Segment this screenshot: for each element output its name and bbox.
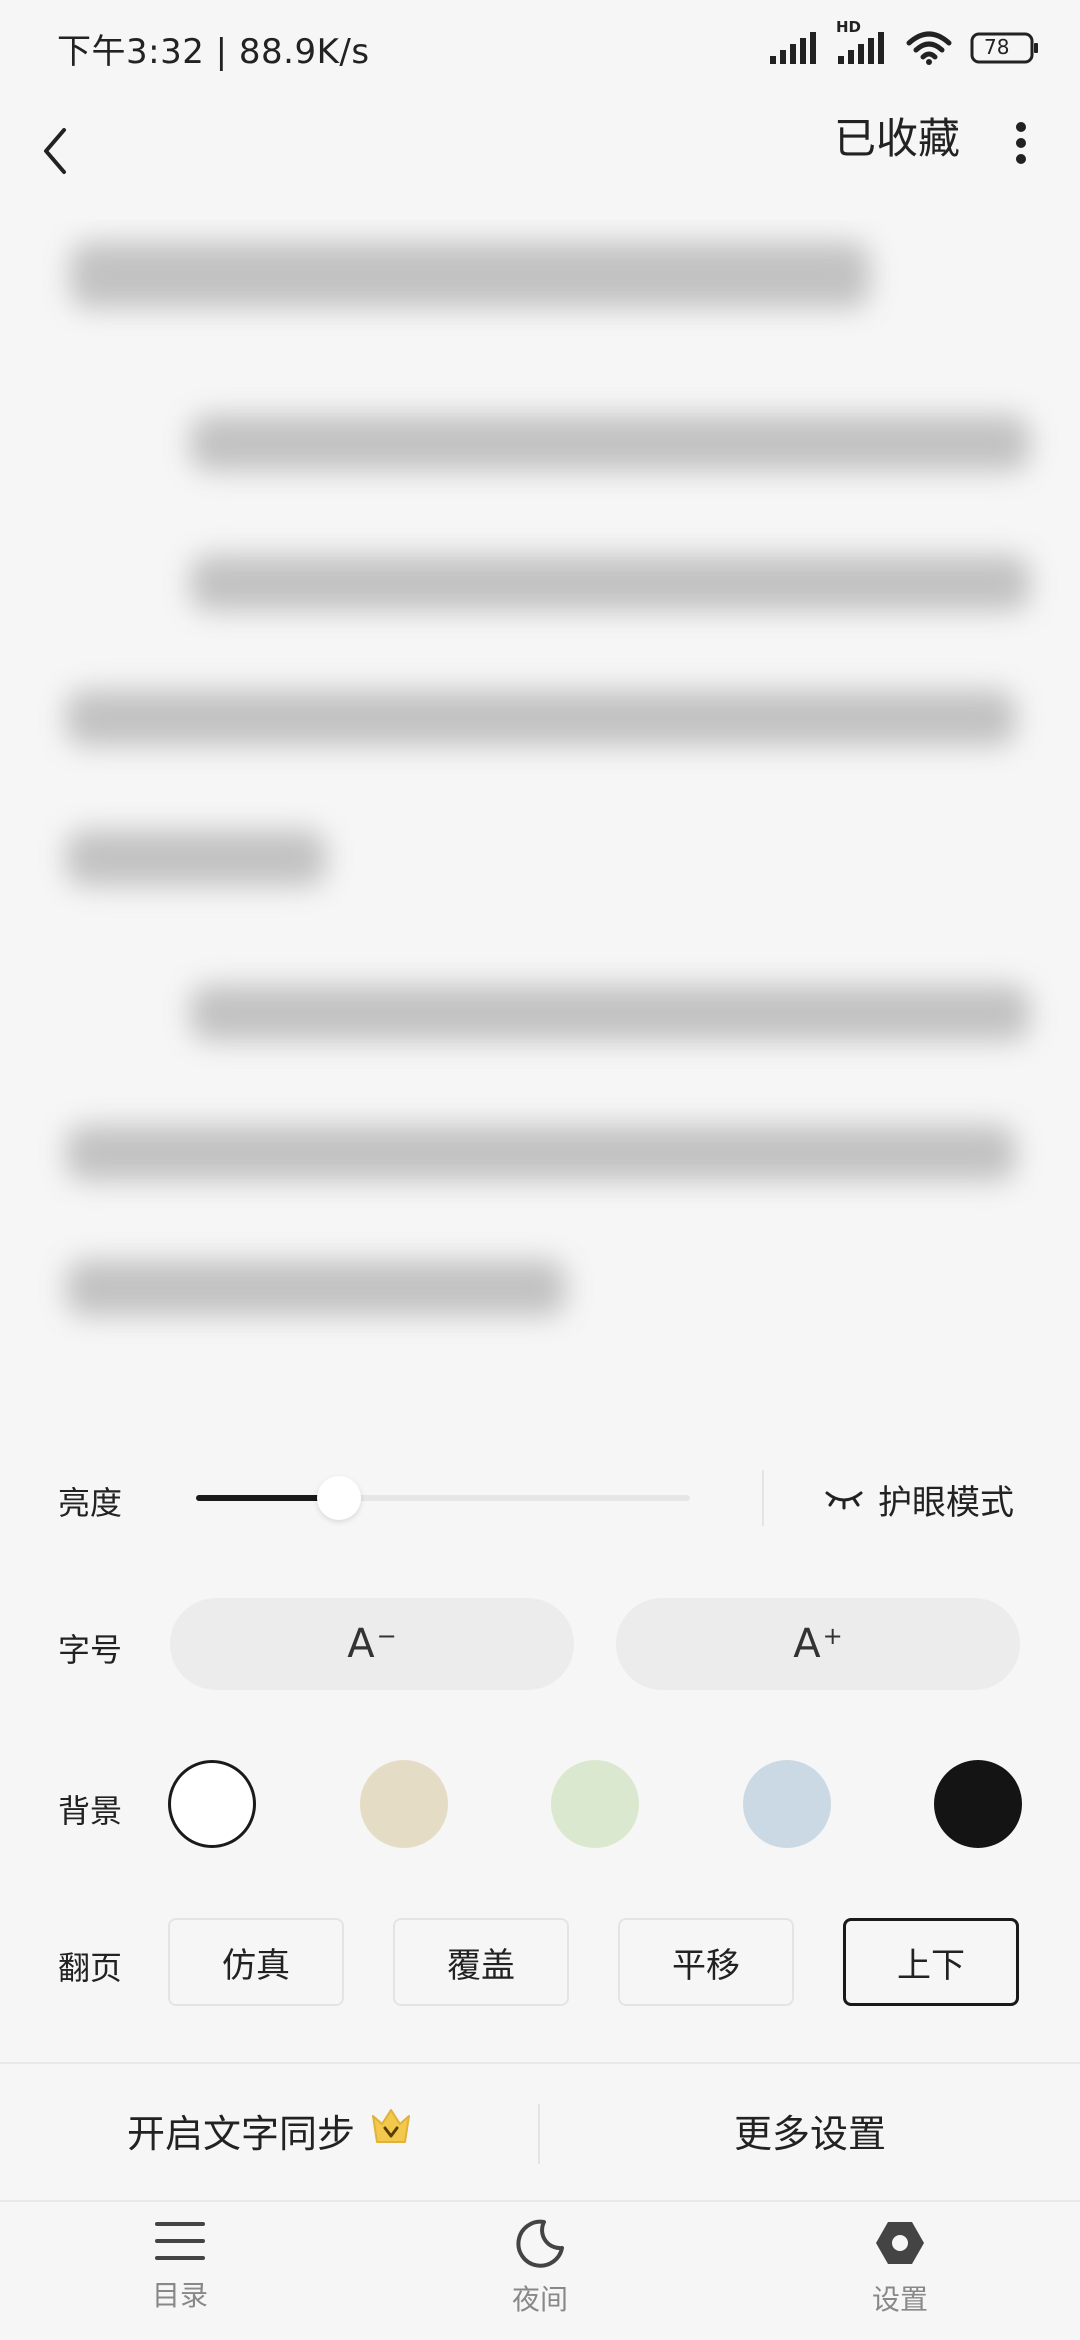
status-icons: HD 78 <box>770 18 1040 70</box>
font-size-label: 字号 <box>58 1631 123 1669</box>
moon-icon <box>516 2219 564 2268</box>
text-sync-button[interactable]: 开启文字同步 <box>0 2070 540 2190</box>
top-bar: 已收藏 <box>0 96 1080 226</box>
background-swatch-4[interactable] <box>743 1760 831 1848</box>
battery-icon: 78 <box>970 31 1040 65</box>
blurred-reading-content <box>0 220 1080 1370</box>
hd-label: HD <box>836 18 862 36</box>
blurred-text-line <box>190 985 1030 1041</box>
status-time-speed: 下午3:32 | 88.9K/s <box>57 32 370 72</box>
settings-icon <box>876 2222 924 2264</box>
tab-label: 夜间 <box>511 2283 568 2316</box>
eye-closed-icon <box>825 1491 863 1510</box>
blurred-text-line <box>66 1260 566 1316</box>
font-increase-button[interactable]: A + <box>616 1598 1020 1690</box>
chevron-left-icon <box>44 128 66 174</box>
favorited-button[interactable]: 已收藏 <box>834 109 960 169</box>
tab-label: 目录 <box>151 2279 208 2312</box>
more-vertical-icon <box>1016 122 1026 164</box>
more-options-button[interactable] <box>986 108 1056 178</box>
status-bar: 下午3:32 | 88.9K/s HD 78 <box>0 0 1080 96</box>
blurred-text-line <box>66 1125 1016 1181</box>
battery-level: 78 <box>984 35 1010 59</box>
menu-icon <box>155 2222 205 2260</box>
blurred-text-line <box>70 242 870 308</box>
font-decrease-button[interactable]: A − <box>170 1598 574 1690</box>
tab-settings[interactable]: 设置 <box>800 2218 1000 2328</box>
tabbar-divider <box>0 2200 1080 2202</box>
more-settings-button[interactable]: 更多设置 <box>540 2070 1080 2190</box>
back-button[interactable] <box>28 106 82 196</box>
page-flip-option-simulation[interactable]: 仿真 <box>168 1918 344 2006</box>
page-flip-option-slide[interactable]: 平移 <box>618 1918 794 2006</box>
background-swatch-5[interactable] <box>934 1760 1022 1848</box>
brightness-label: 亮度 <box>58 1484 123 1522</box>
brightness-slider-thumb[interactable] <box>317 1476 361 1520</box>
text-sync-label: 开启文字同步 <box>126 2111 355 2156</box>
eye-mode-label: 护眼模式 <box>878 1482 1014 1523</box>
blurred-text-line <box>66 830 326 886</box>
background-swatch-2[interactable] <box>360 1760 448 1848</box>
minus-icon: − <box>376 1622 397 1650</box>
vertical-divider <box>762 1470 764 1526</box>
signal-icon <box>770 32 820 64</box>
page-flip-option-vertical[interactable]: 上下 <box>843 1918 1019 2006</box>
wifi-icon <box>906 31 952 65</box>
plus-icon: + <box>822 1622 843 1650</box>
blurred-text-line <box>190 415 1030 471</box>
tab-table-of-contents[interactable]: 目录 <box>80 2218 280 2328</box>
brightness-slider[interactable] <box>196 1495 690 1501</box>
font-decrease-label: A <box>347 1621 375 1667</box>
blurred-text-line <box>66 690 1016 746</box>
page-flip-label: 翻页 <box>58 1949 123 1987</box>
eye-protection-mode-button[interactable]: 护眼模式 <box>824 1474 1014 1524</box>
hd-signal-icon: HD <box>836 18 888 64</box>
tab-label: 设置 <box>871 2283 928 2316</box>
background-label: 背景 <box>58 1792 123 1830</box>
panel-divider <box>0 2062 1080 2064</box>
blurred-text-line <box>190 555 1030 611</box>
crown-icon <box>369 2106 413 2155</box>
background-swatch-1[interactable] <box>168 1760 256 1848</box>
tab-night-mode[interactable]: 夜间 <box>440 2218 640 2328</box>
font-increase-label: A <box>793 1621 821 1667</box>
background-swatch-3[interactable] <box>551 1760 639 1848</box>
page-flip-option-cover[interactable]: 覆盖 <box>393 1918 569 2006</box>
